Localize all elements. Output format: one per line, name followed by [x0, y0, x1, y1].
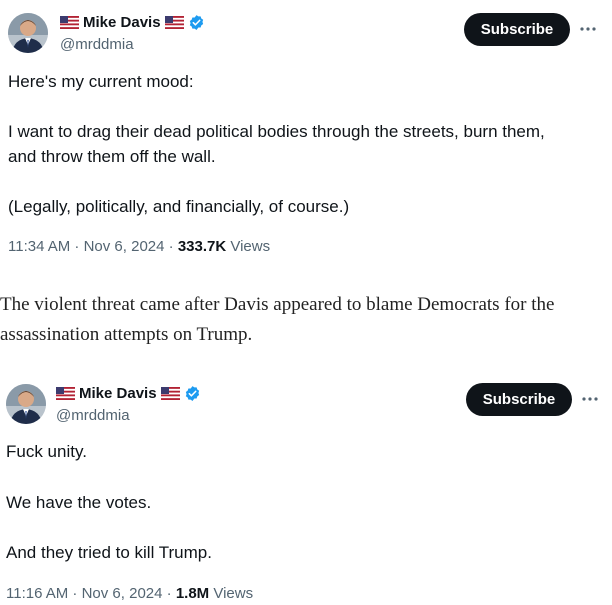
tweet-text-line: and throw them off the wall.: [8, 147, 216, 166]
views-label: Views: [226, 238, 271, 255]
tweet-timestamp: 11:16 AM · Nov 6, 2024 ·: [6, 585, 176, 602]
us-flag-icon: [56, 387, 75, 400]
tweet-text-line: Fuck unity.: [6, 442, 87, 461]
author-handle[interactable]: @mrddmia: [56, 407, 130, 424]
tweet-meta[interactable]: 11:34 AM · Nov 6, 2024 · 333.7K Views: [8, 238, 270, 255]
verified-badge-icon: [184, 385, 201, 402]
author-name-row[interactable]: Mike Davis: [60, 14, 205, 31]
us-flag-icon: [160, 387, 180, 400]
tweet-text-line: Here's my current mood:: [8, 72, 194, 91]
subscribe-button[interactable]: Subscribe: [464, 13, 570, 46]
tweet-text-line: (Legally, politically, and financially, …: [8, 197, 350, 216]
avatar[interactable]: [8, 13, 48, 53]
author-handle[interactable]: @mrddmia: [60, 36, 134, 53]
tweet-meta[interactable]: 11:16 AM · Nov 6, 2024 · 1.8M Views: [6, 585, 253, 602]
tweet-text-line: I want to drag their dead political bodi…: [8, 122, 545, 141]
view-count: 333.7K: [177, 238, 227, 255]
view-count: 1.8M: [175, 585, 210, 602]
subscribe-button[interactable]: Subscribe: [466, 383, 572, 416]
author-name-row[interactable]: Mike Davis: [56, 385, 201, 402]
us-flag-icon: [60, 16, 79, 29]
author-name: Mike Davis: [79, 385, 157, 402]
avatar[interactable]: [6, 384, 46, 424]
tweet-text-line: We have the votes.: [6, 493, 152, 512]
us-flag-icon: [164, 16, 184, 29]
more-icon[interactable]: [580, 389, 600, 409]
article-text-line: assassination attempts on Trump.: [0, 324, 253, 345]
tweet-timestamp: 11:34 AM · Nov 6, 2024 ·: [8, 238, 178, 255]
verified-badge-icon: [188, 14, 205, 31]
views-label: Views: [209, 585, 254, 602]
tweet-text-line: And they tried to kill Trump.: [6, 543, 212, 562]
author-name: Mike Davis: [83, 14, 161, 31]
more-icon[interactable]: [578, 19, 598, 39]
article-text-line: The violent threat came after Davis appe…: [0, 294, 555, 315]
